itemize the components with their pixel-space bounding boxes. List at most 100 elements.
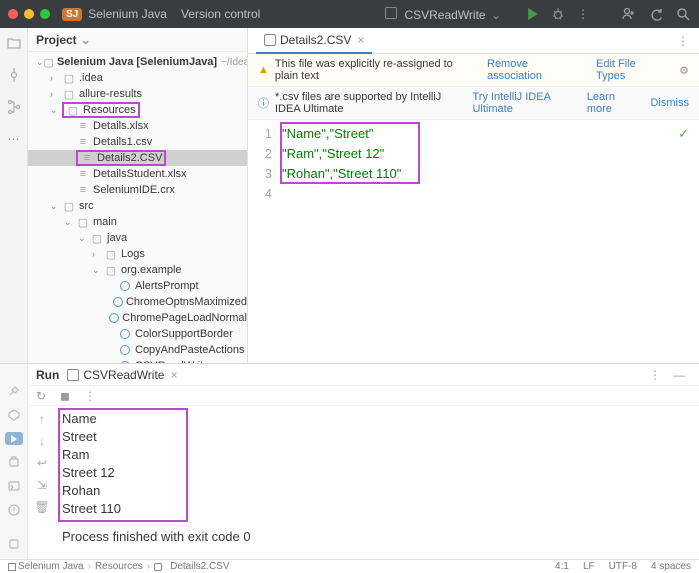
nav-bar-icon[interactable] [8,563,16,571]
tree-row[interactable]: ⌄▢org.example [28,262,247,278]
project-panel-header[interactable]: Project ⌄ [28,28,247,52]
tree-row[interactable]: ›▢Logs [28,246,247,262]
folder-icon: ▢ [66,104,80,117]
services-tool-icon[interactable] [5,408,23,422]
run-header-label: Run [36,368,59,382]
encoding[interactable]: UTF-8 [609,561,637,572]
java-class-icon [118,345,132,355]
tree-row[interactable]: ≡Details1.csv [28,134,247,150]
close-window-icon[interactable] [8,9,18,19]
tabs-more-icon[interactable]: ⋮ [667,34,699,48]
terminal-tool-icon[interactable] [5,479,23,493]
code-editor[interactable]: 1234 "Name","Street""Ram","Street 12""Ro… [248,120,699,363]
tree-row[interactable]: ›▢allure-results [28,86,247,102]
tree-row[interactable]: ≡Details.xlsx [28,118,247,134]
structure-tool-icon[interactable] [5,98,23,116]
tree-label: SeleniumIDE.crx [93,184,175,196]
folder-icon: ▢ [44,56,54,69]
debug-button[interactable] [551,7,565,21]
run-more-icon[interactable]: ⋮ [643,368,667,382]
updates-icon[interactable] [649,7,664,22]
wrap-icon[interactable]: ↩ [37,456,47,470]
tree-row[interactable]: ≡SeleniumIDE.crx [28,182,247,198]
stop-icon[interactable]: ◼ [60,389,74,403]
file-icon: ≡ [76,168,90,180]
file-icon [264,34,276,46]
file-icon [154,563,162,571]
up-icon[interactable]: ↑ [39,412,45,426]
console-output[interactable]: NameStreetRamStreet 12RohanStreet 110Pro… [56,406,699,559]
folder-icon: ▢ [76,216,90,229]
tree-row[interactable]: ⌄▢Resources [28,102,247,118]
check-icon[interactable]: ✓ [678,126,689,142]
debug-tool-icon[interactable] [5,455,23,469]
vcs-menu[interactable]: Version control [181,7,260,21]
folder-icon: ▢ [62,72,76,85]
tree-row[interactable]: CopyAndPasteActions [28,342,247,358]
user-icon[interactable] [621,6,637,22]
project-badge: SJ [62,8,82,21]
left-tool-rail: ⋯ [0,28,28,363]
tree-row[interactable]: CSVReadWrite [28,358,247,363]
learn-more-link[interactable]: Learn more [587,91,631,115]
java-class-icon [113,297,123,307]
more-tools-icon[interactable]: ⋯ [5,130,23,148]
console-line: Street 12 [62,464,693,482]
tree-root[interactable]: ⌄ ▢ Selenium Java [SeleniumJava] ~/IdeaP… [28,54,247,70]
more-actions-icon[interactable]: ⋮ [84,389,98,403]
tree-label: Details1.csv [93,136,152,148]
tree-row[interactable]: ⌄▢java [28,230,247,246]
run-tool-icon[interactable] [5,432,23,445]
code-line: "Name","Street" [282,124,699,144]
close-icon[interactable]: × [357,33,364,47]
tree-row[interactable]: ChromePageLoadNormal [28,310,247,326]
run-button[interactable] [527,8,539,20]
run-config-selector[interactable]: CSVReadWrite ⌄ [385,7,501,22]
line-gutter: 1234 [248,120,282,363]
tree-row[interactable]: ≡DetailsStudent.xlsx [28,166,247,182]
tree-row[interactable]: ColorSupportBorder [28,326,247,342]
tab-details2-csv[interactable]: Details2.CSV × [256,28,372,54]
tree-row[interactable]: ›▢.idea [28,70,247,86]
tree-label: Details.xlsx [93,120,149,132]
file-icon: ≡ [80,152,94,164]
tree-label: AlertsPrompt [135,280,199,292]
project-name[interactable]: Selenium Java [88,7,167,21]
dismiss-link[interactable]: Dismiss [650,97,689,109]
code-body[interactable]: "Name","Street""Ram","Street 12""Rohan",… [282,120,699,363]
tree-label: Resources [83,104,136,116]
tree-row[interactable]: ≡Details2.CSV [28,150,247,166]
hide-icon[interactable]: — [667,368,691,382]
project-tree[interactable]: ⌄ ▢ Selenium Java [SeleniumJava] ~/IdeaP… [28,52,247,363]
clear-icon[interactable]: 🗑 [34,500,49,514]
gear-icon[interactable]: ⚙ [679,64,689,77]
caret-position[interactable]: 4:1 [555,561,569,572]
vcs-tool-icon[interactable] [5,537,23,551]
edit-file-types-link[interactable]: Edit File Types [596,58,660,82]
try-ultimate-link[interactable]: Try IntelliJ IDEA Ultimate [472,91,567,115]
build-tool-icon[interactable] [5,384,23,398]
minimize-window-icon[interactable] [24,9,34,19]
project-tool-icon[interactable] [5,34,23,52]
close-icon[interactable]: × [170,368,177,382]
down-icon[interactable]: ↓ [39,434,45,448]
line-separator[interactable]: LF [583,561,595,572]
scroll-icon[interactable]: ⇲ [37,478,47,492]
commit-tool-icon[interactable] [5,66,23,84]
tree-row[interactable]: AlertsPrompt [28,278,247,294]
run-config-tab[interactable]: CSVReadWrite × [67,368,177,382]
remove-association-link[interactable]: Remove association [487,58,575,82]
tree-row[interactable]: ChromeOptnsMaximized [28,294,247,310]
breadcrumb[interactable]: Selenium Java › Resources › Details2.CSV [18,561,230,572]
rerun-icon[interactable]: ↻ [36,389,50,403]
tree-row[interactable]: ⌄▢main [28,214,247,230]
folder-icon: ▢ [104,264,118,277]
tree-row[interactable]: ⌄▢src [28,198,247,214]
problems-tool-icon[interactable] [5,503,23,517]
more-button[interactable]: ⋮ [577,7,589,21]
search-icon[interactable] [676,7,691,22]
maximize-window-icon[interactable] [40,9,50,19]
warning-icon: ▲ [258,64,269,76]
indent[interactable]: 4 spaces [651,561,691,572]
code-line: "Rohan","Street 110" [282,164,699,184]
